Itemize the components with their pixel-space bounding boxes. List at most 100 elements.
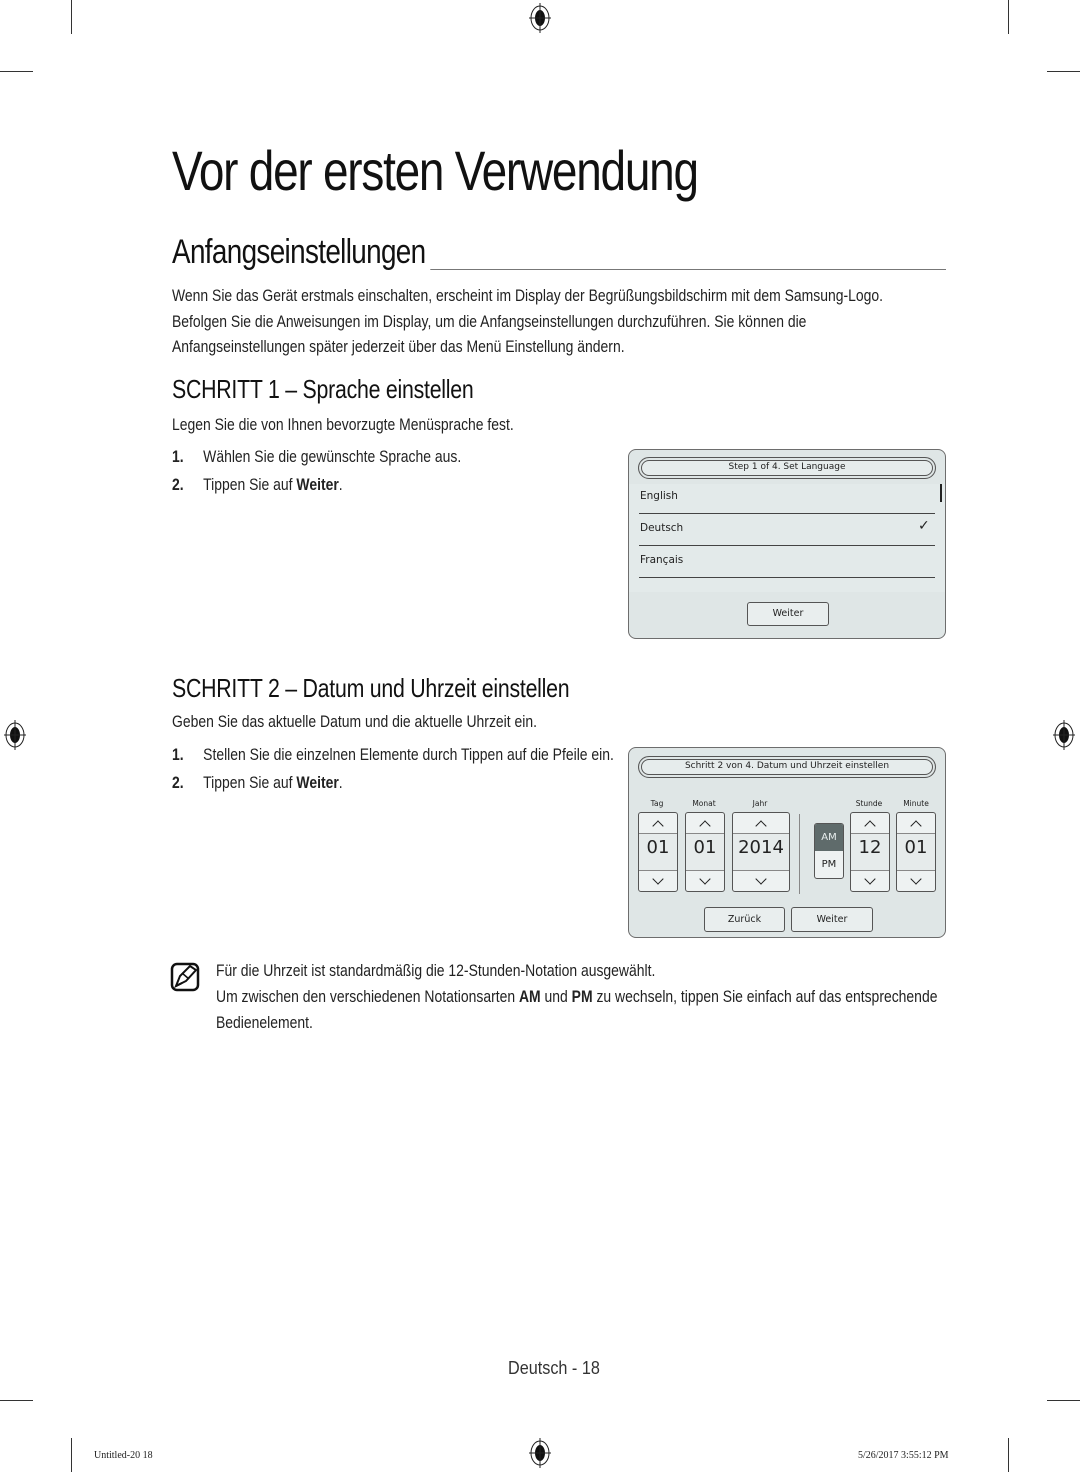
step-number: 2.	[172, 773, 184, 792]
hour-down-button[interactable]	[851, 870, 889, 891]
step2-lead: Geben Sie das aktuelle Datum und die akt…	[172, 712, 537, 731]
section-heading: Anfangseinstellungen	[172, 233, 946, 272]
crop-mark	[1008, 0, 1009, 34]
hour-up-button[interactable]	[851, 813, 889, 834]
hour-label: Stunde	[855, 799, 883, 808]
minute-value: 01	[897, 834, 935, 870]
year-down-button[interactable]	[733, 870, 789, 891]
divider	[799, 814, 800, 894]
chevron-up-icon	[652, 820, 664, 832]
section-title: Anfangseinstellungen	[172, 233, 431, 272]
day-up-button[interactable]	[639, 813, 677, 834]
language-option-english[interactable]: English	[640, 490, 678, 502]
datetime-screen: Schritt 2 von 4. Datum und Uhrzeit einst…	[628, 747, 946, 938]
step-bold-text: Weiter	[296, 475, 339, 494]
minute-up-button[interactable]	[897, 813, 935, 834]
crop-mark	[1047, 71, 1080, 72]
year-value: 2014	[733, 834, 789, 870]
registration-mark-icon	[1053, 720, 1075, 750]
chevron-up-icon	[755, 820, 767, 832]
page-number: Deutsch - 18	[508, 1358, 600, 1378]
language-option-deutsch[interactable]: Deutsch	[640, 522, 683, 534]
intro-paragraph: Wenn Sie das Gerät erstmals einschalten,…	[172, 286, 884, 356]
month-spinner: 01	[685, 812, 725, 892]
language-list: English Deutsch ✓ Français	[629, 484, 945, 592]
step2-heading: SCHRITT 2 – Datum und Uhrzeit einstellen	[172, 673, 570, 703]
next-button[interactable]: Weiter	[791, 907, 873, 932]
chevron-down-icon	[755, 873, 767, 885]
day-value: 01	[639, 834, 677, 870]
page-title: Vor der ersten Verwendung	[172, 139, 699, 202]
year-up-button[interactable]	[733, 813, 789, 834]
crop-mark	[0, 1400, 33, 1401]
step-text: Stellen Sie die einzelnen Elemente durch…	[203, 745, 614, 764]
step-number: 2.	[172, 475, 184, 494]
back-button[interactable]: Zurück	[704, 907, 785, 932]
registration-mark-icon	[529, 3, 551, 33]
slug-left: Untitled-20 18	[94, 1450, 153, 1461]
language-screen-title: Step 1 of 4. Set Language	[638, 457, 936, 479]
am-pm-toggle: AM PM	[814, 823, 844, 879]
checkmark-icon: ✓	[918, 518, 930, 534]
chevron-down-icon	[864, 873, 876, 885]
registration-mark-icon	[529, 1438, 551, 1468]
step-bold-text: Weiter	[296, 773, 339, 792]
crop-mark	[0, 71, 33, 72]
hour-value: 12	[851, 834, 889, 870]
minute-down-button[interactable]	[897, 870, 935, 891]
step1-item-1: 1. Wählen Sie die gewünschte Sprache aus.	[172, 447, 461, 467]
am-button[interactable]: AM	[815, 824, 843, 851]
step2-item-2: 2. Tippen Sie auf Weiter.	[172, 773, 343, 793]
chevron-up-icon	[699, 820, 711, 832]
day-spinner: 01	[638, 812, 678, 892]
chevron-down-icon	[652, 873, 664, 885]
month-value: 01	[686, 834, 724, 870]
chevron-down-icon	[699, 873, 711, 885]
day-down-button[interactable]	[639, 870, 677, 891]
slug-right: 5/26/2017 3:55:12 PM	[858, 1450, 949, 1461]
month-up-button[interactable]	[686, 813, 724, 834]
step-number: 1.	[172, 745, 184, 764]
pm-button[interactable]: PM	[815, 851, 843, 878]
step-suffix: .	[338, 773, 343, 792]
minute-spinner: 01	[896, 812, 936, 892]
note-pencil-icon	[170, 962, 200, 992]
language-option-francais[interactable]: Français	[640, 554, 683, 566]
crop-mark	[71, 0, 72, 34]
step-text: Wählen Sie die gewünschte Sprache aus.	[203, 447, 462, 466]
note-line-1: Für die Uhrzeit ist standardmäßig die 12…	[216, 961, 656, 980]
crop-mark	[71, 1438, 72, 1472]
note-line-2: Um zwischen den verschiedenen Notationsa…	[216, 987, 937, 1007]
note-line-3: Bedienelement.	[216, 1013, 313, 1032]
chevron-up-icon	[864, 820, 876, 832]
year-label: Jahr	[752, 799, 768, 808]
registration-mark-icon	[4, 720, 26, 750]
month-label: Monat	[692, 799, 716, 808]
step2-item-1: 1. Stellen Sie die einzelnen Elemente dur…	[172, 745, 614, 765]
scrollbar[interactable]	[940, 484, 942, 502]
step1-item-2: 2. Tippen Sie auf Weiter.	[172, 475, 343, 495]
crop-mark	[1008, 1438, 1009, 1472]
datetime-screen-title: Schritt 2 von 4. Datum und Uhrzeit einst…	[638, 756, 936, 778]
step-text: Tippen Sie auf	[203, 773, 297, 792]
note-text: Um zwischen den verschiedenen Notationsa…	[216, 987, 519, 1006]
crop-mark	[1047, 1400, 1080, 1401]
step-number: 1.	[172, 447, 184, 466]
note-text: zu wechseln, tippen Sie einfach auf das …	[592, 987, 938, 1006]
step1-heading: SCHRITT 1 – Sprache einstellen	[172, 374, 474, 404]
day-label: Tag	[650, 799, 664, 808]
hour-spinner: 12	[850, 812, 890, 892]
next-button[interactable]: Weiter	[747, 602, 829, 626]
chevron-down-icon	[910, 873, 922, 885]
step-suffix: .	[338, 475, 343, 494]
note-am-label: AM	[518, 987, 541, 1006]
divider	[639, 577, 935, 578]
note-text: und	[540, 987, 572, 1006]
year-spinner: 2014	[732, 812, 790, 892]
note-pm-label: PM	[571, 987, 593, 1006]
minute-label: Minute	[903, 799, 929, 808]
chevron-up-icon	[910, 820, 922, 832]
month-down-button[interactable]	[686, 870, 724, 891]
divider	[639, 545, 935, 546]
language-screen: Step 1 of 4. Set Language English Deutsc…	[628, 449, 946, 639]
